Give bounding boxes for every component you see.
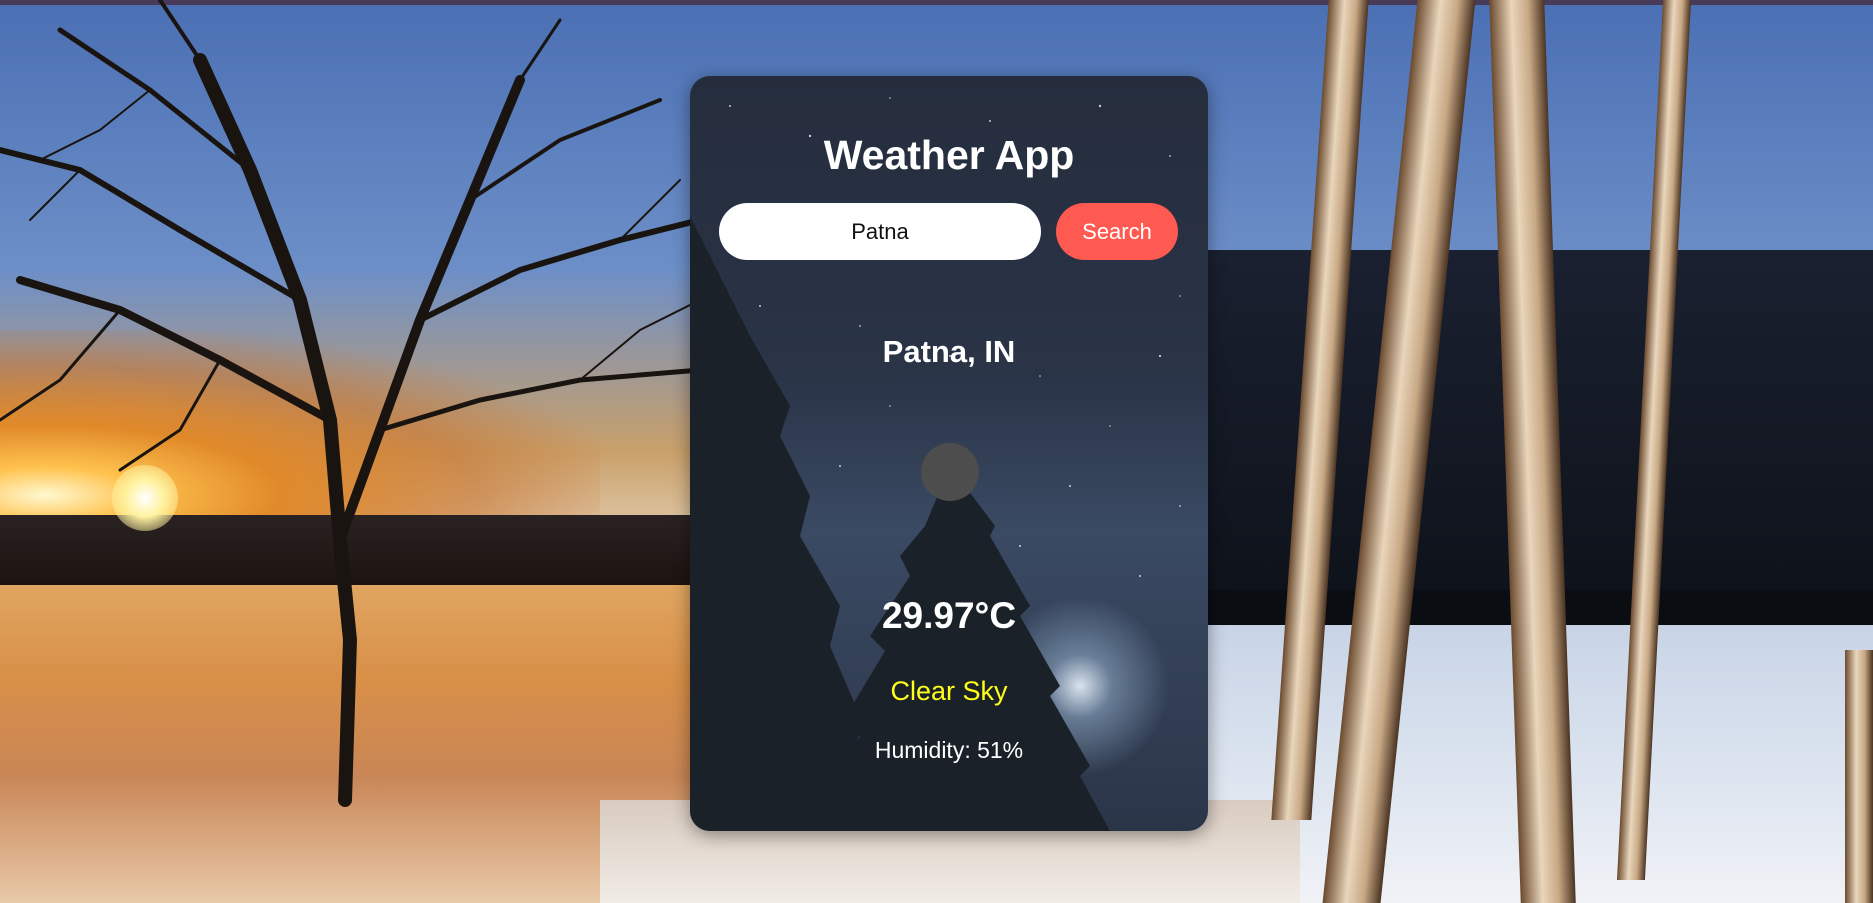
- search-bar: Search: [719, 203, 1179, 260]
- weather-card: Weather App Search Patna, IN 29.97°C Cle…: [690, 76, 1208, 831]
- birch-trunk: [1845, 650, 1873, 903]
- app-title: Weather App: [823, 132, 1075, 178]
- temperature: 29.97°C: [881, 595, 1017, 636]
- location-name: Patna, IN: [882, 334, 1016, 369]
- weather-description: Clear Sky: [890, 676, 1008, 706]
- humidity: Humidity: 51%: [874, 737, 1024, 763]
- search-input[interactable]: [719, 203, 1041, 260]
- weather-icon: [921, 443, 979, 501]
- bare-tree: [0, 0, 700, 807]
- search-button[interactable]: Search: [1056, 203, 1178, 260]
